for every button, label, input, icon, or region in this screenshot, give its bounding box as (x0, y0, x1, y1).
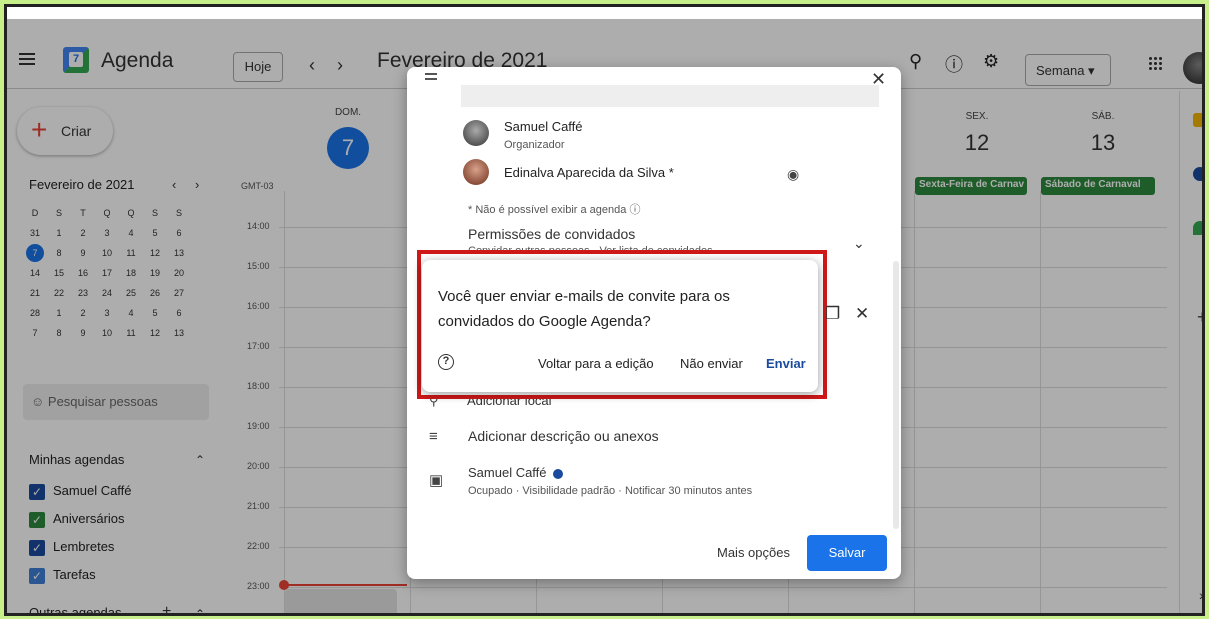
calendar-selector[interactable]: Samuel Caffé (468, 465, 563, 480)
permissions-title[interactable]: Permissões de convidados (468, 226, 635, 242)
send-invites-dialog: Você quer enviar e-mails de convite para… (422, 260, 818, 392)
description-icon: ≡ (429, 428, 438, 445)
calendar-icon: ▣ (429, 472, 444, 489)
dont-send-button[interactable]: Não enviar (680, 356, 743, 371)
agenda-note: * Não é possível exibir a agenda ⓘ (468, 204, 641, 216)
title-field[interactable] (461, 85, 879, 107)
drag-handle-icon[interactable] (425, 73, 437, 83)
close-icon[interactable]: ✕ (855, 304, 869, 324)
dialog-message: Você quer enviar e-mails de convite para… (438, 288, 730, 330)
back-to-edit-button[interactable]: Voltar para a edição (538, 356, 654, 371)
dialog-scrollbar[interactable] (893, 261, 899, 529)
calendar-details: Ocupado · Visibilidade padrão · Notifica… (468, 485, 753, 497)
calendar-color-dot (552, 468, 563, 479)
add-description-field[interactable]: Adicionar descrição ou anexos (468, 428, 659, 444)
screenshot-frame: 7 Agenda Hoje ‹ › Fevereiro de 2021 ⚲ ⓘ … (4, 4, 1205, 616)
guest-role: Organizador (504, 139, 565, 151)
chevron-down-icon[interactable]: ⌄ (853, 235, 865, 252)
calendar-page: 7 Agenda Hoje ‹ › Fevereiro de 2021 ⚲ ⓘ … (7, 7, 1202, 613)
copy-icon[interactable]: ❐ (825, 304, 840, 324)
guest-avatar (463, 120, 489, 146)
guest-name: Samuel Caffé (504, 119, 583, 134)
help-icon[interactable]: ? (438, 354, 454, 370)
send-button[interactable]: Enviar (766, 356, 806, 371)
guest-name: Edinalva Aparecida da Silva * (504, 165, 674, 180)
eye-off-icon[interactable]: ◉ (787, 166, 799, 183)
guest-avatar (463, 159, 489, 185)
more-options-button[interactable]: Mais opções (717, 545, 790, 560)
agenda-note-text: * Não é possível exibir a agenda (468, 204, 627, 216)
save-button[interactable]: Salvar (807, 535, 887, 571)
calendar-name: Samuel Caffé (468, 465, 547, 480)
